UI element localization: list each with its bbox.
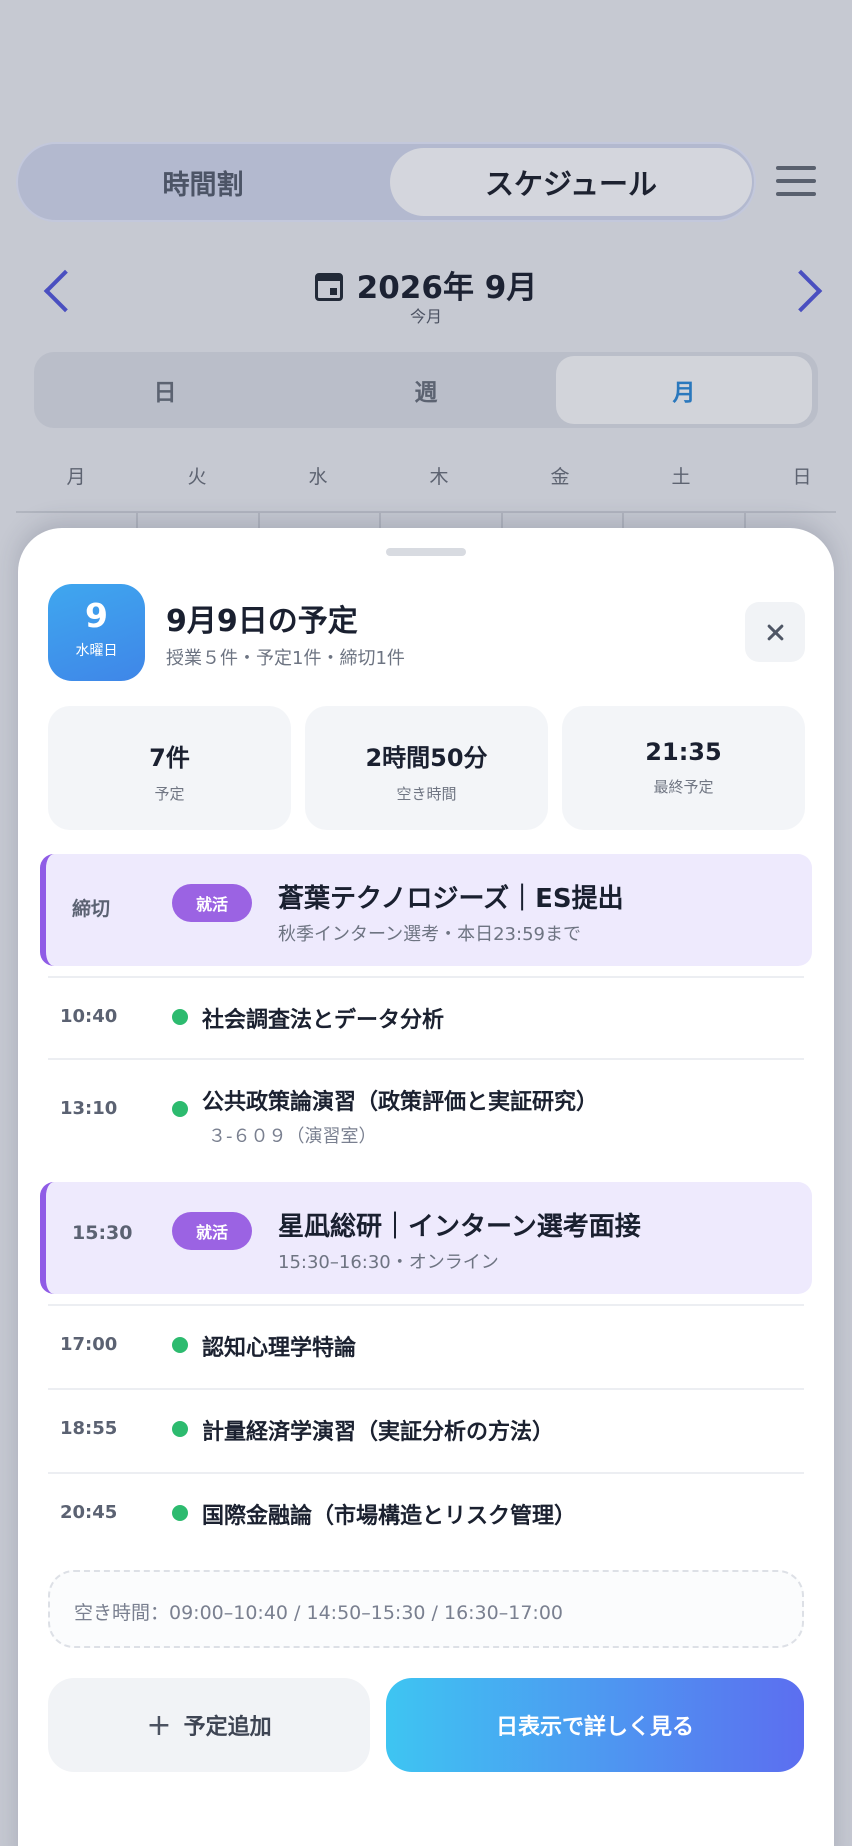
- event-title: 国際金融論（市場構造とリスク管理）: [202, 1504, 577, 1529]
- weekday-label: 木: [429, 466, 449, 488]
- job-hunting-tag: 就活: [172, 1212, 252, 1250]
- stat-card-last-event: 21:35 最終予定: [562, 706, 805, 830]
- event-title: 計量経済学演習（実証分析の方法）: [202, 1420, 555, 1445]
- event-row[interactable]: 20:45 国際金融論（市場構造とリスク管理）: [40, 1472, 812, 1556]
- view-mode-segmented-control: 日 週 月: [34, 352, 818, 428]
- class-dot-icon: [172, 1505, 188, 1521]
- date-badge-day: 9: [85, 596, 108, 635]
- month-subtitle: 今月: [409, 307, 442, 326]
- job-hunting-tag: 就活: [172, 884, 252, 922]
- stat-label: 最終予定: [653, 778, 714, 796]
- class-dot-icon: [172, 1421, 188, 1437]
- event-row[interactable]: 13:10 公共政策論演習（政策評価と実証研究） ３-６０９（演習室）: [40, 1058, 812, 1178]
- open-day-view-button[interactable]: 日表示で詳しく見る: [386, 1678, 804, 1772]
- weekday-label: 日: [792, 466, 812, 488]
- event-time: 締切: [72, 898, 111, 920]
- event-row-interview[interactable]: 15:30 就活 星凪総研｜インターン選考面接 15:30–16:30・オンライ…: [40, 1182, 812, 1294]
- add-event-button[interactable]: + 予定追加: [48, 1678, 370, 1772]
- view-week-option[interactable]: 週: [296, 352, 556, 428]
- stat-value: 2時間50分: [365, 744, 488, 772]
- sheet-summary: 授業５件・予定1件・締切1件: [166, 648, 405, 669]
- date-badge: 9 水曜日: [48, 584, 145, 681]
- tab-schedule[interactable]: スケジュール: [390, 148, 752, 216]
- event-time: 18:55: [60, 1418, 118, 1439]
- view-month-option[interactable]: 月: [556, 356, 812, 424]
- stat-value: 21:35: [645, 738, 722, 766]
- open-day-view-label: 日表示で詳しく見る: [495, 1715, 694, 1740]
- day-detail-sheet: 9 水曜日 9月9日の予定 授業５件・予定1件・締切1件 7件 予定 2時間50…: [18, 528, 834, 1846]
- event-subtitle: ３-６０９（演習室）: [208, 1126, 377, 1147]
- event-time: 20:45: [60, 1502, 118, 1523]
- weekday-label: 月: [66, 466, 86, 488]
- stat-card-events: 7件 予定: [48, 706, 291, 830]
- sheet-grabber[interactable]: [386, 548, 466, 556]
- event-title: 社会調査法とデータ分析: [202, 1008, 445, 1033]
- free-time-summary: 空き時間：09:00–10:40 / 14:50–15:30 / 16:30–1…: [48, 1570, 804, 1648]
- event-title: 公共政策論演習（政策評価と実証研究）: [202, 1090, 599, 1115]
- month-title[interactable]: 2026年 9月: [0, 262, 852, 307]
- event-time: 10:40: [60, 1006, 118, 1027]
- close-button[interactable]: [745, 602, 805, 662]
- stat-card-free-time: 2時間50分 空き時間: [305, 706, 548, 830]
- sheet-title: 9月9日の予定: [166, 604, 358, 639]
- event-time: 15:30: [72, 1222, 133, 1244]
- event-row[interactable]: 10:40 社会調査法とデータ分析: [40, 976, 812, 1058]
- event-time: 13:10: [60, 1098, 118, 1119]
- stat-label: 予定: [154, 785, 185, 803]
- weekday-label: 水: [308, 466, 328, 488]
- weekday-label: 火: [187, 466, 207, 488]
- event-row[interactable]: 17:00 認知心理学特論: [40, 1304, 812, 1388]
- event-time: 17:00: [60, 1334, 118, 1355]
- event-row[interactable]: 18:55 計量経済学演習（実証分析の方法）: [40, 1388, 812, 1472]
- plus-icon: +: [146, 1707, 172, 1743]
- add-event-label: 予定追加: [183, 1715, 272, 1740]
- event-subtitle: 15:30–16:30・オンライン: [278, 1252, 499, 1273]
- stats-row: 7件 予定 2時間50分 空き時間 21:35 最終予定: [48, 706, 806, 830]
- view-day-option[interactable]: 日: [34, 352, 296, 428]
- event-title: 蒼葉テクノロジーズ｜ES提出: [278, 884, 624, 914]
- date-badge-weekday: 水曜日: [75, 643, 118, 659]
- weekday-label: 金: [550, 466, 570, 488]
- event-title: 認知心理学特論: [202, 1336, 357, 1361]
- month-label: 2026年 9月: [356, 270, 538, 306]
- tab-timetable[interactable]: 時間割: [18, 144, 388, 220]
- class-dot-icon: [172, 1009, 188, 1025]
- event-subtitle: 秋季インターン選考・本日23:59まで: [278, 924, 581, 945]
- weekday-header: 月 火 水 木 金 土 日: [16, 462, 836, 494]
- class-dot-icon: [172, 1337, 188, 1353]
- class-dot-icon: [172, 1101, 188, 1117]
- hamburger-menu-icon[interactable]: [776, 166, 816, 196]
- weekday-label: 土: [671, 466, 691, 488]
- calendar-grid-line: [16, 511, 836, 513]
- event-title: 星凪総研｜インターン選考面接: [278, 1212, 641, 1242]
- stat-value: 7件: [149, 744, 190, 772]
- stat-label: 空き時間: [396, 785, 457, 803]
- event-row-deadline[interactable]: 締切 就活 蒼葉テクノロジーズ｜ES提出 秋季インターン選考・本日23:59まで: [40, 854, 812, 966]
- mode-segmented-control: 時間割 スケジュール: [16, 142, 756, 222]
- calendar-icon: [314, 273, 343, 301]
